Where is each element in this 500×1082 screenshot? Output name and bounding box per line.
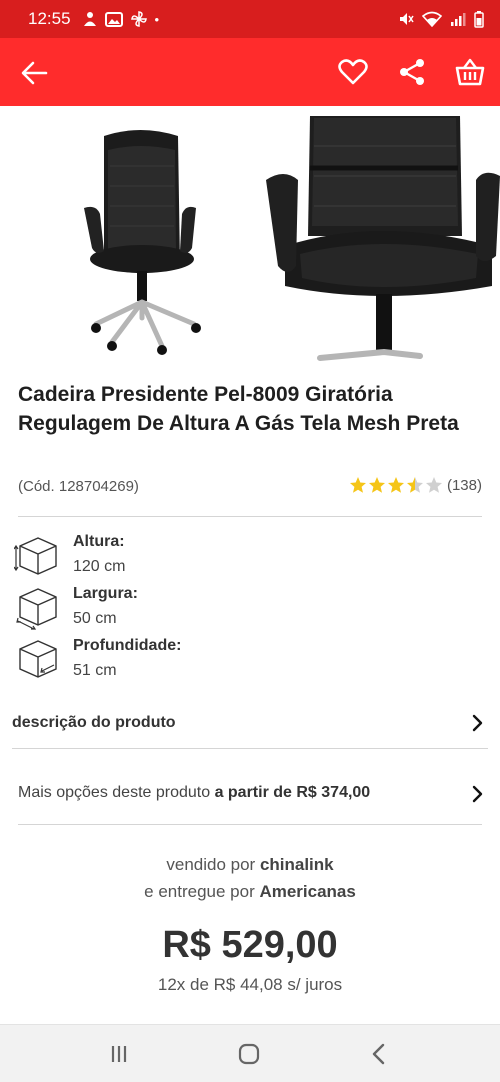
system-nav-bar <box>0 1024 500 1082</box>
dimension-value: 120 cm <box>73 558 126 575</box>
mute-icon <box>400 13 414 25</box>
description-label: descrição do produto <box>12 714 176 731</box>
divider <box>12 748 488 749</box>
app-bar <box>0 38 500 106</box>
chevron-right-icon <box>472 714 483 732</box>
sold-by-line: vendido por chinalink <box>0 851 500 878</box>
notification-person-icon <box>83 12 96 26</box>
product-title: Cadeira Presidente Pel-8009 Giratória Re… <box>18 383 459 435</box>
status-dot: • <box>154 11 160 27</box>
dimension-label: Altura: <box>73 533 125 550</box>
delivered-by-line: e entregue por Americanas <box>0 878 500 905</box>
dimension-width: Largura: 50 cm <box>14 585 314 635</box>
signal-icon <box>451 13 466 26</box>
more-options-label: Mais opções deste produto a partir de R$… <box>18 784 370 802</box>
more-options-row[interactable]: Mais opções deste produto a partir de R$… <box>0 773 500 815</box>
star-icon <box>349 477 366 493</box>
basket-icon[interactable] <box>454 56 486 88</box>
star-icon <box>387 477 404 493</box>
product-image-front[interactable] <box>0 106 500 368</box>
dimension-value: 51 cm <box>73 662 117 679</box>
recent-apps-icon[interactable] <box>104 1041 134 1067</box>
heart-icon[interactable] <box>337 56 369 88</box>
battery-icon <box>474 10 484 28</box>
delivered-by-prefix: e entregue por <box>144 882 260 901</box>
sold-by-prefix: vendido por <box>166 855 260 874</box>
divider <box>18 824 482 825</box>
seller-name[interactable]: chinalink <box>260 855 334 874</box>
dimension-label: Profundidade: <box>73 637 182 654</box>
product-description-row[interactable]: descrição do produto <box>0 704 500 744</box>
dimension-height: Altura: 120 cm <box>14 533 314 583</box>
pinwheel-icon <box>130 11 147 27</box>
product-price: R$ 529,00 <box>162 924 338 966</box>
arrow-left-icon[interactable] <box>20 60 48 86</box>
height-box-icon <box>14 537 57 575</box>
depth-box-icon <box>19 640 57 678</box>
dimension-value: 50 cm <box>73 610 117 627</box>
rating-count: (138) <box>446 476 482 494</box>
chair-full-view <box>84 130 201 355</box>
star-icon <box>406 477 423 493</box>
divider <box>18 516 482 517</box>
width-box-icon <box>16 588 57 630</box>
product-code: (Cód. 128704269) <box>18 478 139 495</box>
more-options-price: a partir de R$ 374,00 <box>214 784 371 801</box>
more-options-prefix: Mais opções deste produto <box>18 784 215 801</box>
home-icon[interactable] <box>234 1041 264 1067</box>
installments: 12x de R$ 44,08 s/ juros <box>157 975 343 994</box>
star-icon <box>425 477 442 493</box>
status-bar: 12:55 • <box>0 0 500 38</box>
back-icon[interactable] <box>364 1041 394 1067</box>
star-icon <box>368 477 385 493</box>
gallery-icon <box>104 11 123 27</box>
status-notification-icons: • <box>83 11 160 27</box>
status-system-icons <box>398 10 484 28</box>
seller-info: vendido por chinalink e entregue por Ame… <box>0 851 500 905</box>
rating-stars <box>349 476 443 494</box>
dimension-label: Largura: <box>73 585 138 602</box>
chevron-right-icon <box>472 785 483 803</box>
dimension-depth: Profundidade: 51 cm <box>14 637 314 687</box>
chair-zoom-view <box>266 116 500 361</box>
share-icon[interactable] <box>396 56 428 88</box>
wifi-icon <box>422 11 442 27</box>
product-image-gallery[interactable] <box>0 106 500 368</box>
status-time: 12:55 <box>28 9 71 28</box>
product-rating[interactable]: (138) <box>349 476 482 494</box>
delivery-name: Americanas <box>259 882 356 901</box>
